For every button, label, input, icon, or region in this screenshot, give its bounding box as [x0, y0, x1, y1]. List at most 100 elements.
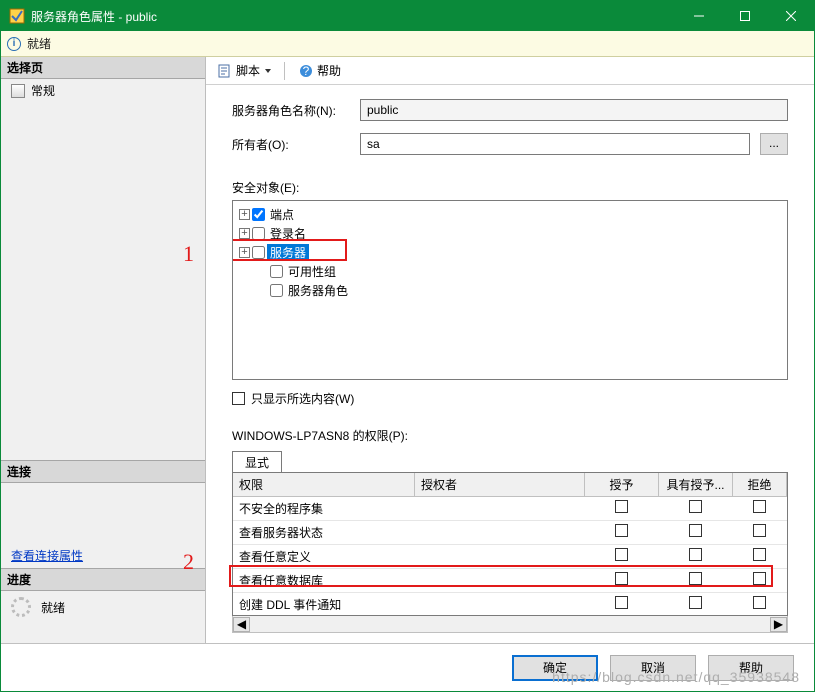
deny-checkbox[interactable]	[753, 596, 766, 609]
sidebar: 选择页 常规 连接 查看连接属性 进度 就绪	[1, 57, 206, 643]
horizontal-scrollbar[interactable]: ◀ ▶	[232, 616, 788, 633]
col-deny[interactable]: 拒绝	[733, 473, 787, 496]
toolbar: 脚本 ? 帮助	[206, 57, 814, 85]
owner-input[interactable]	[360, 133, 750, 155]
deny-checkbox[interactable]	[753, 548, 766, 561]
only-show-selected-label: 只显示所选内容(W)	[251, 390, 354, 407]
cell-grantor	[415, 497, 585, 520]
cell-grantor	[415, 545, 585, 568]
tree-checkbox-availability[interactable]	[270, 265, 283, 278]
maximize-button[interactable]	[722, 1, 768, 31]
cell-perm: 查看任意定义	[233, 545, 415, 568]
minimize-button[interactable]	[676, 1, 722, 31]
tree-item-login[interactable]: + 登录名	[235, 224, 785, 243]
col-grantor[interactable]: 授权者	[415, 473, 585, 496]
tree-item-serverrole[interactable]: + 服务器角色	[235, 281, 785, 300]
scroll-left-button[interactable]: ◀	[233, 617, 250, 632]
expand-icon[interactable]: +	[239, 209, 250, 220]
cancel-button[interactable]: 取消	[610, 655, 696, 681]
table-row[interactable]: 查看服务器状态	[233, 521, 787, 545]
deny-checkbox[interactable]	[753, 500, 766, 513]
grant-checkbox[interactable]	[615, 500, 628, 513]
withgrant-checkbox[interactable]	[689, 548, 702, 561]
col-with-grant[interactable]: 具有授予...	[659, 473, 733, 496]
withgrant-checkbox[interactable]	[689, 524, 702, 537]
view-connection-properties-link[interactable]: 查看连接属性	[1, 543, 205, 568]
grant-checkbox[interactable]	[615, 572, 628, 585]
tree-checkbox-server[interactable]	[252, 246, 265, 259]
only-show-selected-checkbox[interactable]	[232, 392, 245, 405]
table-row[interactable]: 不安全的程序集	[233, 497, 787, 521]
help-toolbar-button[interactable]: ? 帮助	[293, 59, 346, 82]
dialog-window: 服务器角色属性 - public i 就绪 选择页 常规 连接 查看连接属性 进…	[0, 0, 815, 692]
cell-grantor	[415, 521, 585, 544]
form-area: 服务器角色名称(N): 所有者(O): ...	[206, 85, 814, 173]
expand-icon[interactable]: +	[239, 247, 250, 258]
cell-perm: 创建 DDL 事件通知	[233, 593, 415, 615]
withgrant-checkbox[interactable]	[689, 572, 702, 585]
main-panel: 脚本 ? 帮助 服务器角色名称(N): 所有者(O): ...	[206, 57, 814, 643]
close-button[interactable]	[768, 1, 814, 31]
tree-label: 可用性组	[285, 263, 339, 280]
expand-icon[interactable]: +	[239, 228, 250, 239]
deny-checkbox[interactable]	[753, 524, 766, 537]
window-controls	[676, 1, 814, 31]
connection-header: 连接	[1, 460, 205, 483]
table-row[interactable]: 查看任意定义	[233, 545, 787, 569]
toolbar-separator	[284, 62, 285, 80]
role-name-input[interactable]	[360, 99, 788, 121]
permissions-header: WINDOWS-LP7ASN8 的权限(P):	[206, 409, 814, 450]
dialog-body: 选择页 常规 连接 查看连接属性 进度 就绪 脚本	[1, 57, 814, 643]
securables-label: 安全对象(E):	[206, 179, 814, 196]
titlebar: 服务器角色属性 - public	[1, 1, 814, 31]
ok-button[interactable]: 确定	[512, 655, 598, 681]
help-button[interactable]: 帮助	[708, 655, 794, 681]
tree-label: 登录名	[267, 225, 309, 242]
tree-label: 端点	[267, 206, 297, 223]
permissions-grid[interactable]: 权限 授权者 授予 具有授予... 拒绝 不安全的程序集	[232, 472, 788, 616]
permissions-grid-wrap: 权限 授权者 授予 具有授予... 拒绝 不安全的程序集	[232, 472, 788, 633]
cell-perm: 查看任意数据库	[233, 569, 415, 592]
progress-header: 进度	[1, 568, 205, 591]
chevron-down-icon	[265, 69, 271, 73]
withgrant-checkbox[interactable]	[689, 596, 702, 609]
info-icon: i	[7, 37, 21, 51]
grant-checkbox[interactable]	[615, 548, 628, 561]
progress-spinner-icon	[11, 597, 31, 617]
info-bar: i 就绪	[1, 31, 814, 57]
scroll-right-button[interactable]: ▶	[770, 617, 787, 632]
tree-checkbox-serverrole[interactable]	[270, 284, 283, 297]
grant-checkbox[interactable]	[615, 524, 628, 537]
col-grant[interactable]: 授予	[585, 473, 659, 496]
progress-status: 就绪	[41, 599, 65, 616]
page-general[interactable]: 常规	[1, 79, 205, 102]
tree-item-availability[interactable]: + 可用性组	[235, 262, 785, 281]
svg-text:?: ?	[303, 64, 310, 78]
page-general-label: 常规	[31, 82, 55, 99]
owner-browse-button[interactable]: ...	[760, 133, 788, 155]
dialog-button-bar: 确定 取消 帮助	[1, 643, 814, 691]
script-button[interactable]: 脚本	[212, 59, 276, 82]
securables-tree[interactable]: + 端点 + 登录名 + 服务器 + 可用性组	[232, 200, 788, 380]
permissions-tabs: 显式	[232, 450, 788, 472]
tree-checkbox-login[interactable]	[252, 227, 265, 240]
tree-checkbox-endpoint[interactable]	[252, 208, 265, 221]
tree-item-endpoint[interactable]: + 端点	[235, 205, 785, 224]
progress-row: 就绪	[1, 591, 205, 623]
tab-explicit[interactable]: 显式	[232, 451, 282, 473]
grid-body[interactable]: 不安全的程序集 查看服务器状态	[233, 497, 787, 615]
owner-label: 所有者(O):	[232, 136, 350, 153]
tree-label: 服务器	[267, 244, 309, 261]
withgrant-checkbox[interactable]	[689, 500, 702, 513]
tree-item-server[interactable]: + 服务器	[235, 243, 785, 262]
col-permission[interactable]: 权限	[233, 473, 415, 496]
deny-checkbox[interactable]	[753, 572, 766, 585]
app-icon	[9, 8, 25, 24]
grant-checkbox[interactable]	[615, 596, 628, 609]
tree-label: 服务器角色	[285, 282, 351, 299]
table-row[interactable]: 创建 DDL 事件通知	[233, 593, 787, 615]
script-icon	[217, 63, 233, 79]
info-text: 就绪	[27, 35, 51, 52]
table-row[interactable]: 查看任意数据库	[233, 569, 787, 593]
help-icon: ?	[298, 63, 314, 79]
